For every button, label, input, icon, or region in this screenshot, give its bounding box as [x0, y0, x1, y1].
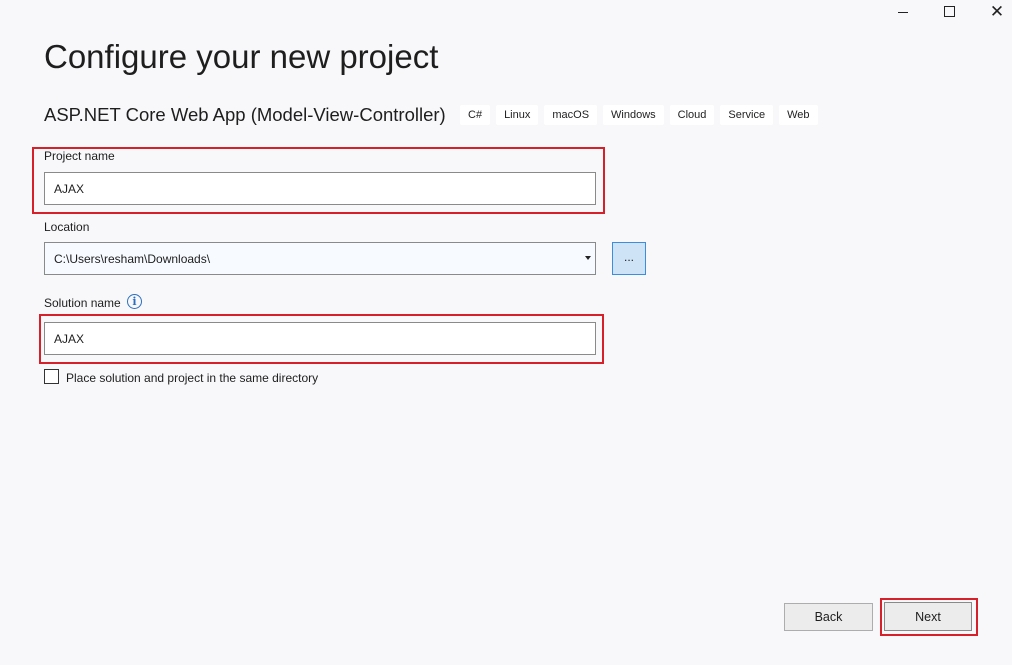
project-name-label: Project name	[44, 149, 115, 163]
same-directory-checkbox[interactable]	[44, 369, 59, 384]
close-icon: ✕	[989, 1, 1005, 21]
location-value: C:\Users\resham\Downloads\	[54, 251, 211, 266]
tag-cloud: Cloud	[669, 105, 715, 125]
maximize-icon	[943, 5, 955, 17]
tag-linux: Linux	[496, 105, 539, 125]
tag-csharp: C#	[460, 105, 491, 125]
template-name: ASP.NET Core Web App (Model-View-Control…	[44, 104, 446, 125]
solution-name-input[interactable]	[44, 322, 596, 355]
tag-web: Web	[779, 105, 818, 125]
browse-button[interactable]: ...	[612, 242, 646, 275]
minimize-button[interactable]	[880, 0, 926, 22]
project-name-input[interactable]	[44, 172, 596, 205]
location-combobox[interactable]: C:\Users\resham\Downloads\	[44, 242, 596, 275]
info-icon[interactable]: i	[127, 294, 142, 309]
back-button[interactable]: Back	[784, 603, 873, 631]
next-button[interactable]: Next	[884, 602, 972, 631]
page-title: Configure your new project	[44, 38, 439, 75]
chevron-down-icon[interactable]	[585, 256, 591, 260]
minimize-icon	[898, 11, 908, 13]
location-label: Location	[44, 220, 90, 234]
maximize-button[interactable]	[926, 0, 972, 22]
same-directory-label[interactable]: Place solution and project in the same d…	[66, 371, 318, 385]
tag-macos: macOS	[544, 105, 598, 125]
tag-windows: Windows	[603, 105, 664, 125]
close-button[interactable]: ✕	[974, 0, 1012, 22]
tag-service: Service	[720, 105, 774, 125]
template-tags: C# Linux macOS Windows Cloud Service Web	[460, 105, 818, 125]
solution-name-label: Solution name	[44, 296, 121, 310]
